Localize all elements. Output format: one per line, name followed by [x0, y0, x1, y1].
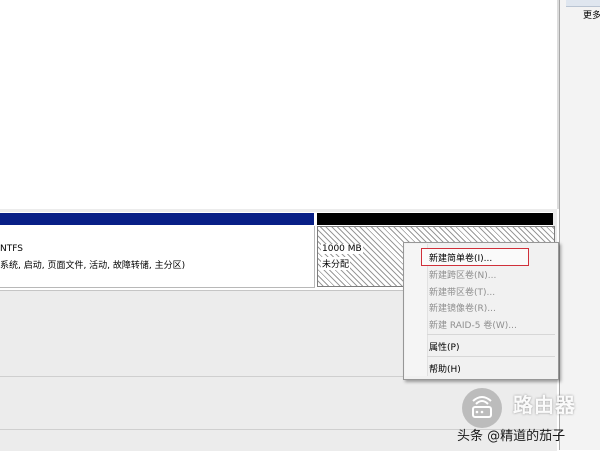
- menu-item-help[interactable]: 帮助(H): [429, 362, 461, 375]
- primary-partition-bar: [0, 213, 314, 225]
- volume-list-area: [0, 0, 557, 209]
- menu-item-new-mirrored-volume[interactable]: 新建镜像卷(R)...: [429, 301, 496, 314]
- menu-separator: [427, 334, 555, 335]
- actions-pane: [559, 0, 600, 450]
- menu-item-new-spanned-volume[interactable]: 新建跨区卷(N)...: [429, 268, 496, 281]
- partition-status: 系统, 启动, 页面文件, 活动, 故障转储, 主分区): [0, 261, 186, 271]
- menu-item-new-simple-volume[interactable]: 新建简单卷(I)...: [429, 251, 492, 264]
- menu-separator: [427, 356, 555, 357]
- unallocated-partition-bar: [317, 213, 553, 225]
- unallocated-label: 未分配: [321, 257, 351, 270]
- menu-item-properties[interactable]: 属性(P): [429, 340, 459, 353]
- watermark-author: 头条 @精道的茄子: [457, 429, 566, 444]
- watermark-brand: 路由器: [513, 393, 576, 417]
- more-actions-link[interactable]: 更多: [583, 8, 600, 21]
- primary-partition[interactable]: [0, 226, 315, 288]
- menu-item-new-raid5-volume[interactable]: 新建 RAID-5 卷(W)...: [429, 318, 517, 331]
- unallocated-size: 1000 MB: [321, 244, 363, 254]
- router-logo-icon: [462, 388, 502, 428]
- menu-item-new-striped-volume[interactable]: 新建带区卷(T)...: [429, 285, 495, 298]
- actions-pane-header: [566, 0, 600, 7]
- partition-filesystem: NTFS: [0, 244, 23, 254]
